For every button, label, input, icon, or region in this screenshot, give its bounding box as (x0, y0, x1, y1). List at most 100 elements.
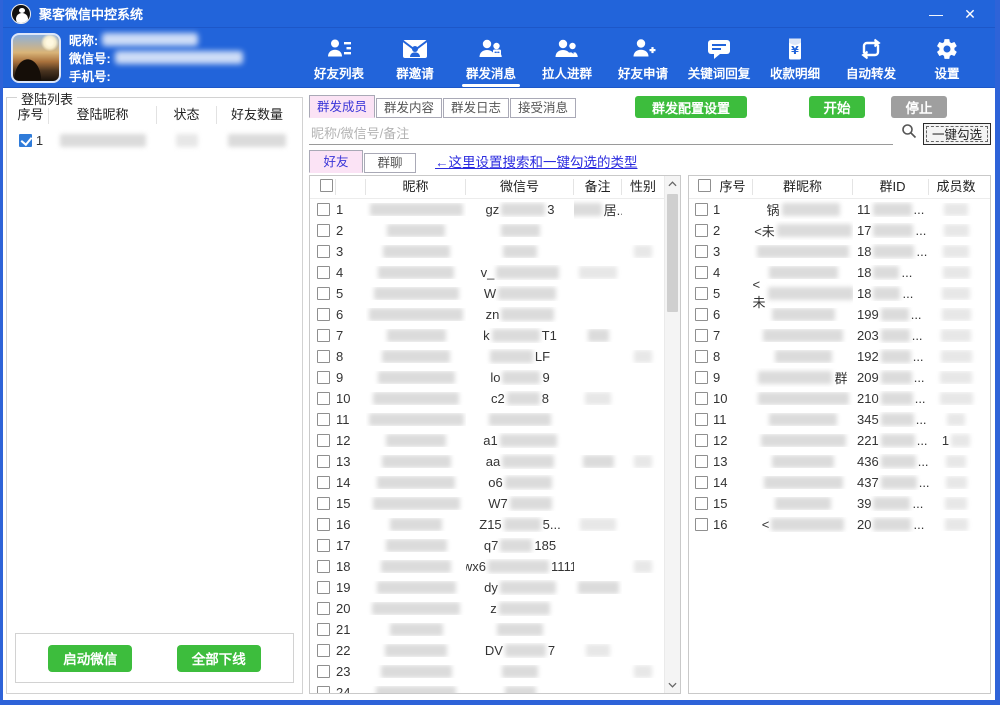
friend-row-checkbox[interactable] (317, 413, 330, 426)
friends-row[interactable]: 15W7 (310, 493, 664, 514)
friend-row-checkbox[interactable] (317, 665, 330, 678)
group-row-checkbox[interactable] (695, 287, 708, 300)
group-row-checkbox[interactable] (695, 350, 708, 363)
friends-row[interactable]: 22DV7 (310, 640, 664, 661)
friend-row-checkbox[interactable] (317, 539, 330, 552)
group-row[interactable]: 2<未17... (689, 220, 990, 241)
friend-row-checkbox[interactable] (317, 203, 330, 216)
group-row-checkbox[interactable] (695, 329, 708, 342)
group-row-checkbox[interactable] (695, 476, 708, 489)
scrollbar-thumb[interactable] (667, 194, 678, 312)
group-row-checkbox[interactable] (695, 203, 708, 216)
friends-row[interactable]: 11 (310, 409, 664, 430)
group-row[interactable]: 11345... (689, 409, 990, 430)
friend-row-checkbox[interactable] (317, 476, 330, 489)
friends-row[interactable]: 12a1 (310, 430, 664, 451)
group-row-checkbox[interactable] (695, 266, 708, 279)
all-offline-button[interactable]: 全部下线 (177, 645, 261, 672)
friends-row[interactable]: 14o6 (310, 472, 664, 493)
friends-row[interactable]: 17q7185 (310, 535, 664, 556)
tab-receive-message[interactable]: 接受消息 (510, 98, 576, 118)
friends-row[interactable]: 3 (310, 241, 664, 262)
friend-row-checkbox[interactable] (317, 497, 330, 510)
group-row[interactable]: 7203... (689, 325, 990, 346)
group-row-checkbox[interactable] (695, 245, 708, 258)
group-row-checkbox[interactable] (695, 371, 708, 384)
type-tab-friends[interactable]: 好友 (309, 150, 363, 173)
type-tab-groups[interactable]: 群聊 (364, 153, 416, 173)
group-row-checkbox[interactable] (695, 413, 708, 426)
friends-row[interactable]: 19dy (310, 577, 664, 598)
friend-row-checkbox[interactable] (317, 371, 330, 384)
start-button[interactable]: 开始 (809, 96, 865, 118)
friends-row[interactable]: 2 (310, 220, 664, 241)
friend-row-checkbox[interactable] (317, 434, 330, 447)
friend-row-checkbox[interactable] (317, 350, 330, 363)
close-button[interactable]: ✕ (953, 0, 987, 28)
friend-row-checkbox[interactable] (317, 266, 330, 279)
friends-row[interactable]: 10c28 (310, 388, 664, 409)
toolbar-item-pull-into-group[interactable]: 拉人进群 (529, 28, 605, 87)
scroll-down-icon[interactable] (665, 677, 680, 693)
friends-scrollbar[interactable] (664, 176, 680, 693)
friend-row-checkbox[interactable] (317, 455, 330, 468)
toolbar-item-settings[interactable]: 设置 (909, 28, 985, 87)
friends-row[interactable]: 6zn (310, 304, 664, 325)
group-row-checkbox[interactable] (695, 497, 708, 510)
toolbar-item-friend-list[interactable]: 好友列表 (301, 28, 377, 87)
friends-select-all-checkbox[interactable] (320, 179, 333, 192)
group-row[interactable]: 8192... (689, 346, 990, 367)
check-all-button[interactable]: 一键勾选 (923, 123, 991, 145)
friend-row-checkbox[interactable] (317, 224, 330, 237)
toolbar-item-keyword-reply[interactable]: 关键词回复 (681, 28, 757, 87)
toolbar-item-friend-request[interactable]: 好友申请 (605, 28, 681, 87)
toolbar-item-payment-detail[interactable]: ¥ 收款明细 (757, 28, 833, 87)
group-row[interactable]: 5<未18... (689, 283, 990, 304)
group-row[interactable]: 318... (689, 241, 990, 262)
friends-row[interactable]: 20z (310, 598, 664, 619)
group-row[interactable]: 16<20... (689, 514, 990, 535)
friends-row[interactable]: 23 (310, 661, 664, 682)
group-row-checkbox[interactable] (695, 434, 708, 447)
group-row-checkbox[interactable] (695, 308, 708, 321)
group-row[interactable]: 1锅11... (689, 199, 990, 220)
friend-row-checkbox[interactable] (317, 581, 330, 594)
group-row[interactable]: 12221...1 (689, 430, 990, 451)
friends-row[interactable]: 24 (310, 682, 664, 693)
tab-mass-members[interactable]: 群发成员 (309, 95, 375, 118)
friends-row[interactable]: 1gz3居... (310, 199, 664, 220)
scroll-up-icon[interactable] (665, 176, 680, 192)
group-row[interactable]: 10210... (689, 388, 990, 409)
friend-row-checkbox[interactable] (317, 623, 330, 636)
friend-row-checkbox[interactable] (317, 245, 330, 258)
group-row[interactable]: 6199... (689, 304, 990, 325)
group-row-checkbox[interactable] (695, 224, 708, 237)
friends-row[interactable]: 13aa (310, 451, 664, 472)
groups-select-all-checkbox[interactable] (698, 179, 711, 192)
toolbar-item-mass-message[interactable]: 群发消息 (453, 28, 529, 87)
friend-row-checkbox[interactable] (317, 602, 330, 615)
mass-config-button[interactable]: 群发配置设置 (635, 96, 747, 118)
tab-mass-content[interactable]: 群发内容 (376, 98, 442, 118)
friend-row-checkbox[interactable] (317, 329, 330, 342)
friend-row-checkbox[interactable] (317, 287, 330, 300)
group-row[interactable]: 9群209... (689, 367, 990, 388)
friend-row-checkbox[interactable] (317, 518, 330, 531)
friends-row[interactable]: 18wx61111 (310, 556, 664, 577)
friends-row[interactable]: 21 (310, 619, 664, 640)
search-input[interactable] (309, 123, 893, 145)
login-row[interactable]: 1 (7, 128, 302, 152)
login-row-checkbox[interactable] (19, 134, 32, 147)
group-row[interactable]: 13436... (689, 451, 990, 472)
friends-row[interactable]: 5W (310, 283, 664, 304)
friends-row[interactable]: 16Z155... (310, 514, 664, 535)
friends-row[interactable]: 9lo9 (310, 367, 664, 388)
friend-row-checkbox[interactable] (317, 686, 330, 693)
minimize-button[interactable]: — (919, 0, 953, 28)
group-row-checkbox[interactable] (695, 455, 708, 468)
friends-row[interactable]: 7kT1 (310, 325, 664, 346)
stop-button[interactable]: 停止 (891, 96, 947, 118)
friend-row-checkbox[interactable] (317, 560, 330, 573)
friends-row[interactable]: 8LF (310, 346, 664, 367)
toolbar-item-group-invite[interactable]: 群邀请 (377, 28, 453, 87)
